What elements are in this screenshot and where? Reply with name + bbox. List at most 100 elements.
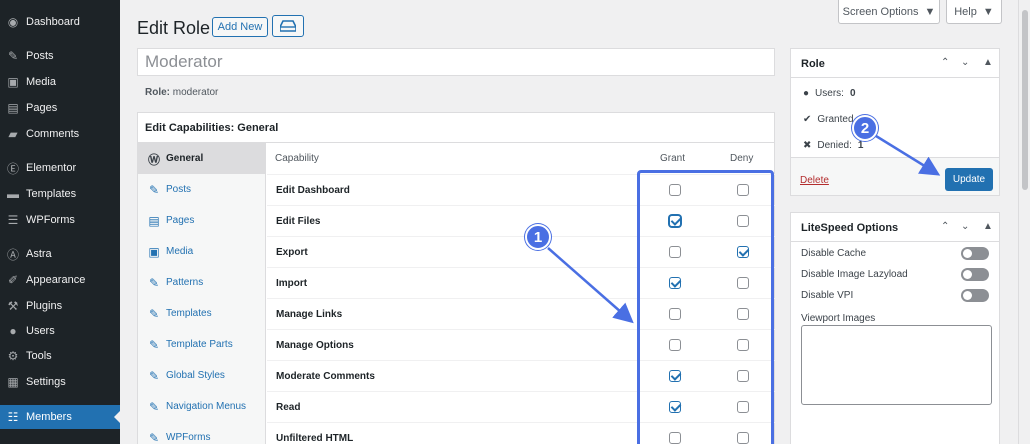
wrench-icon: ⚙ — [7, 349, 19, 363]
grant-checkbox[interactable] — [669, 308, 681, 320]
litespeed-option-toggle[interactable] — [961, 247, 989, 260]
capability-tab-navigation-menus[interactable]: ✎ Navigation Menus — [138, 391, 266, 422]
sidebar-item-posts[interactable]: ✎ Posts — [0, 44, 120, 68]
grant-checkbox[interactable] — [669, 401, 681, 413]
grant-checkbox[interactable] — [669, 246, 681, 258]
sidebar-item-templates[interactable]: ▬ Templates — [0, 182, 120, 206]
collapse-icon[interactable]: ▲ — [983, 57, 993, 68]
capability-tab-label: Template Parts — [166, 339, 233, 350]
sidebar-item-label: Tools — [26, 350, 52, 362]
sidebar-item-label: Dashboard — [26, 16, 80, 28]
deny-checkbox[interactable] — [737, 184, 749, 196]
users-label: Users: — [815, 88, 844, 99]
sidebar-item-settings[interactable]: ▦ Settings — [0, 370, 120, 394]
sidebar-item-elementor[interactable]: Ⓔ Elementor — [0, 156, 120, 180]
delete-link[interactable]: Delete — [800, 175, 829, 186]
capability-tab-label: Navigation Menus — [166, 401, 247, 412]
pin-icon: ✎ — [148, 369, 160, 383]
sidebar-item-label: Plugins — [26, 300, 63, 312]
litespeed-option-label: Disable VPI — [801, 290, 854, 301]
brush-icon: ✐ — [7, 273, 19, 287]
pages-icon: ▤ — [148, 214, 160, 228]
role-name-input[interactable] — [137, 48, 775, 76]
sidebar-item-tools[interactable]: ⚙ Tools — [0, 344, 120, 368]
sidebar-item-appearance[interactable]: ✐ Appearance — [0, 268, 120, 292]
move-down-icon[interactable]: ⌄ — [961, 57, 969, 68]
grant-checkbox[interactable] — [669, 339, 681, 351]
move-up-icon[interactable]: ⌃ — [941, 57, 949, 68]
deny-checkbox[interactable] — [737, 401, 749, 413]
capabilities-title: Edit Capabilities: General — [138, 113, 774, 143]
sidebar-item-label: Comments — [26, 128, 80, 140]
capability-tab-general[interactable]: Ⓦ General — [138, 143, 266, 174]
viewport-images-textarea[interactable] — [801, 325, 992, 405]
role-slug-value: moderator — [172, 87, 219, 98]
capability-tab-template-parts[interactable]: ✎ Template Parts — [138, 329, 266, 360]
capability-tab-label: Posts — [166, 184, 192, 195]
update-button[interactable]: Update — [945, 168, 993, 191]
collapse-icon[interactable]: ▲ — [983, 221, 993, 232]
capability-tab-pages[interactable]: ▤ Pages — [138, 205, 266, 236]
help-tab[interactable]: Help ▼ — [946, 0, 1002, 24]
pin-icon: ✎ — [148, 276, 160, 290]
capability-tab-label: Global Styles — [166, 370, 225, 381]
table-row: Unfiltered HTML — [267, 422, 775, 444]
sidebar-item-comments[interactable]: ▰ Comments — [0, 122, 120, 146]
grant-checkbox[interactable] — [669, 432, 681, 444]
table-row: Manage Options — [267, 329, 775, 360]
page-scrollbar[interactable] — [1018, 0, 1030, 444]
wordpress-icon: Ⓦ — [147, 152, 160, 167]
step-badge-2: 2 — [852, 115, 878, 141]
grant-checkbox[interactable] — [669, 277, 681, 289]
screen-options-tab[interactable]: Screen Options ▼ — [838, 0, 940, 24]
sidebar-item-media[interactable]: ▣ Media — [0, 70, 120, 94]
litespeed-option-toggle[interactable] — [961, 268, 989, 281]
granted-label: Granted — [817, 114, 854, 125]
grant-checkbox[interactable] — [669, 215, 681, 227]
capability-tab-templates[interactable]: ✎ Templates — [138, 298, 266, 329]
form-icon: ☰ — [7, 213, 19, 227]
deny-checkbox[interactable] — [737, 277, 749, 289]
sidebar-item-plugins[interactable]: ⚒ Plugins — [0, 294, 120, 318]
sidebar-item-astra[interactable]: Ⓐ Astra — [0, 242, 120, 266]
sidebar-item-users[interactable]: ● Users — [0, 319, 120, 343]
add-new-button[interactable]: Add New — [212, 17, 268, 37]
user-icon: ● — [9, 324, 17, 338]
move-up-icon[interactable]: ⌃ — [941, 221, 949, 232]
hard-drive-icon — [280, 20, 296, 32]
deny-checkbox[interactable] — [737, 370, 749, 382]
sidebar-item-dashboard[interactable]: ◉ Dashboard — [0, 10, 120, 34]
capability-tab-wpforms[interactable]: ✎ WPForms — [138, 422, 266, 444]
storage-button[interactable] — [272, 15, 304, 37]
capability-name: Export — [276, 247, 308, 258]
deny-checkbox[interactable] — [737, 308, 749, 320]
sidebar-item-members[interactable]: ☷ Members — [0, 405, 120, 429]
sidebar-item-wpforms[interactable]: ☰ WPForms — [0, 208, 120, 232]
deny-checkbox[interactable] — [737, 432, 749, 444]
capability-tab-label: Media — [166, 246, 194, 257]
capability-tab-patterns[interactable]: ✎ Patterns — [138, 267, 266, 298]
deny-checkbox[interactable] — [737, 215, 749, 227]
litespeed-option-label: Disable Image Lazyload — [801, 269, 908, 280]
capability-tab-global-styles[interactable]: ✎ Global Styles — [138, 360, 266, 391]
capability-tab-media[interactable]: ▣ Media — [138, 236, 266, 267]
scrollbar-thumb[interactable] — [1022, 10, 1028, 190]
capability-tab-posts[interactable]: ✎ Posts — [138, 174, 266, 205]
sidebar-item-label: Elementor — [26, 162, 77, 174]
media-icon: ▣ — [148, 245, 160, 259]
pin-icon: ✎ — [148, 400, 160, 414]
table-row: Import — [267, 267, 775, 298]
pin-icon: ✎ — [7, 49, 19, 63]
plugin-icon: ⚒ — [7, 299, 19, 313]
litespeed-option-toggle[interactable] — [961, 289, 989, 302]
move-down-icon[interactable]: ⌄ — [961, 221, 969, 232]
sidebar-item-label: Users — [26, 325, 55, 337]
grant-checkbox[interactable] — [669, 184, 681, 196]
grant-checkbox[interactable] — [669, 370, 681, 382]
capability-tab-label: Templates — [166, 308, 212, 319]
deny-checkbox[interactable] — [737, 339, 749, 351]
sidebar-item-pages[interactable]: ▤ Pages — [0, 96, 120, 120]
table-row: Edit Files — [267, 205, 775, 236]
deny-checkbox[interactable] — [737, 246, 749, 258]
caret-down-icon: ▼ — [924, 5, 936, 18]
